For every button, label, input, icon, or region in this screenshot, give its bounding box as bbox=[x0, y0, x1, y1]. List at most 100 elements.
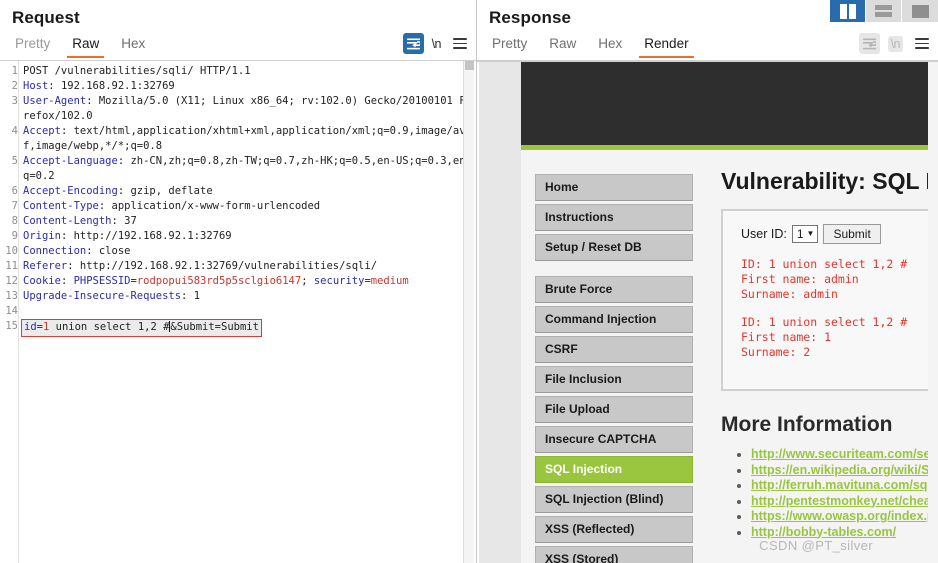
response-tab-tools: \n bbox=[858, 33, 932, 54]
line-number: 4 bbox=[11, 125, 18, 137]
line-number: 8 bbox=[11, 215, 18, 227]
dvwa-nav-item[interactable]: XSS (Reflected) bbox=[535, 516, 693, 543]
layout-toggle-group bbox=[830, 0, 938, 22]
request-line: Content-Type: application/x-www-form-url… bbox=[23, 200, 321, 212]
external-link[interactable]: http://bobby-tables.com/ bbox=[751, 525, 896, 539]
request-scrollbar-thumb[interactable] bbox=[465, 61, 474, 70]
dvwa-nav-item[interactable]: SQL Injection bbox=[535, 456, 693, 483]
dvwa-body: Home Instructions Setup / Reset DB Brute Fo… bbox=[521, 150, 938, 563]
request-line: Accept-Language: zh-CN,zh;q=0.8,zh-TW;q=… bbox=[23, 155, 472, 182]
request-line: id=1 union select 1,2 #&Submit=Submit bbox=[21, 319, 476, 337]
hamburger-menu-icon[interactable] bbox=[449, 33, 470, 54]
user-id-select-value: 1 bbox=[796, 227, 804, 241]
request-line: Connection: close bbox=[23, 245, 131, 257]
tab-response-render[interactable]: Render bbox=[633, 32, 699, 58]
tab-request-hex[interactable]: Hex bbox=[110, 32, 156, 58]
line-number: 12 bbox=[5, 275, 18, 287]
request-raw-editor[interactable]: 1 2 3 4 5 6 7 8 9 10 11 12 13 14 15 POST /vulnerabilit… bbox=[0, 61, 476, 563]
request-line: Origin: http://192.168.92.1:32769 bbox=[23, 230, 232, 242]
sqli-result-record: ID: 1 union select 1,2 # First name: 1 Sur… bbox=[741, 315, 938, 360]
line-number: 13 bbox=[5, 290, 18, 302]
request-line: Cookie: PHPSESSID=rodpopui583rd5p5sclgio… bbox=[23, 275, 409, 287]
sqli-result-line: First name: admin bbox=[741, 272, 859, 286]
dvwa-content: Vulnerability: SQL Injection User ID: 1 … bbox=[707, 150, 938, 563]
line-number: 7 bbox=[11, 200, 18, 212]
page-title: Vulnerability: SQL Injection bbox=[721, 168, 938, 194]
dvwa-nav-item[interactable]: File Upload bbox=[535, 396, 693, 423]
line-number: 14 bbox=[5, 305, 18, 317]
list-item: https://www.owasp.org/index.php/SQL_Inje… bbox=[751, 509, 938, 523]
newline-icon[interactable]: \n bbox=[432, 37, 442, 51]
response-scrollbar[interactable] bbox=[928, 62, 938, 563]
line-number: 6 bbox=[11, 185, 18, 197]
dvwa-nav-item[interactable]: File Inclusion bbox=[535, 366, 693, 393]
burp-repeater-window: Request Pretty Raw Hex \n 1 2 3 4 5 6 7 … bbox=[0, 0, 938, 563]
dvwa-nav-item[interactable]: Instructions bbox=[535, 204, 693, 231]
sqli-result-line: ID: 1 union select 1,2 # bbox=[741, 257, 908, 271]
word-wrap-icon[interactable] bbox=[402, 33, 424, 54]
nav-group-spacer bbox=[521, 264, 707, 276]
sqli-result-line: First name: 1 bbox=[741, 330, 832, 344]
more-information-heading: More Information bbox=[721, 413, 893, 436]
layout-split-vertical-button[interactable] bbox=[830, 0, 866, 22]
word-wrap-icon bbox=[858, 33, 880, 54]
tab-response-hex[interactable]: Hex bbox=[587, 32, 633, 58]
request-tab-tools: \n bbox=[402, 33, 470, 54]
watermark: CSDN @PT_silver bbox=[759, 538, 873, 553]
response-panel: Response Pretty Raw Hex Render \n Home I… bbox=[476, 0, 938, 563]
submit-button[interactable]: Submit bbox=[823, 224, 881, 244]
dvwa-nav-item[interactable]: Insecure CAPTCHA bbox=[535, 426, 693, 453]
sqli-result-record: ID: 1 union select 1,2 # First name: admi… bbox=[741, 257, 938, 302]
dvwa-nav-item[interactable]: Command Injection bbox=[535, 306, 693, 333]
request-scrollbar[interactable] bbox=[463, 61, 474, 563]
line-number: 10 bbox=[5, 245, 18, 257]
external-link[interactable]: http://ferruh.mavituna.com/sql-injection… bbox=[751, 478, 938, 492]
list-item: http://www.securiteam.com/securityreview… bbox=[751, 447, 938, 461]
list-item: http://ferruh.mavituna.com/sql-injection… bbox=[751, 478, 938, 492]
request-code[interactable]: POST /vulnerabilities/sqli/ HTTP/1.1 Host… bbox=[18, 61, 476, 563]
request-body-param[interactable]: id=1 union select 1,2 #&Submit=Submit bbox=[21, 319, 262, 337]
dvwa-page: D Home Instructions Setup / Reset DB Brute … bbox=[521, 62, 938, 563]
line-number: 2 bbox=[11, 80, 18, 92]
request-line: User-Agent: Mozilla/5.0 (X11; Linux x86_… bbox=[23, 95, 472, 122]
dvwa-nav-item[interactable]: Home bbox=[535, 174, 693, 201]
hamburger-menu-icon[interactable] bbox=[911, 33, 932, 54]
chevron-down-icon: ▼ bbox=[806, 229, 815, 238]
response-render-view: D Home Instructions Setup / Reset DB Brute … bbox=[477, 61, 938, 563]
request-panel: Request Pretty Raw Hex \n 1 2 3 4 5 6 7 … bbox=[0, 0, 476, 563]
dvwa-sidebar: Home Instructions Setup / Reset DB Brute Fo… bbox=[521, 150, 707, 563]
layout-single-pane-button[interactable] bbox=[902, 0, 938, 22]
sqli-results: ID: 1 union select 1,2 # First name: admi… bbox=[741, 257, 938, 360]
user-id-select[interactable]: 1 ▼ bbox=[791, 225, 819, 243]
dvwa-nav-item[interactable]: XSS (Stored) bbox=[535, 546, 693, 563]
layout-split-horizontal-button[interactable] bbox=[866, 0, 902, 22]
sqli-result-line: ID: 1 union select 1,2 # bbox=[741, 315, 908, 329]
external-link[interactable]: https://www.owasp.org/index.php/SQL_Inje… bbox=[751, 509, 938, 523]
response-tabbar: Pretty Raw Hex Render \n bbox=[477, 32, 938, 61]
user-id-label: User ID: bbox=[741, 227, 787, 241]
request-panel-title: Request bbox=[12, 8, 80, 27]
newline-icon: \n bbox=[887, 35, 903, 52]
dvwa-nav-item[interactable]: Brute Force bbox=[535, 276, 693, 303]
dvwa-nav-item[interactable]: SQL Injection (Blind) bbox=[535, 486, 693, 513]
external-link[interactable]: http://www.securiteam.com/securityreview… bbox=[751, 447, 938, 461]
line-number: 9 bbox=[11, 230, 18, 242]
dvwa-nav-item[interactable]: CSRF bbox=[535, 336, 693, 363]
tab-response-pretty[interactable]: Pretty bbox=[481, 32, 538, 58]
dvwa-header: D bbox=[521, 62, 938, 145]
tab-request-raw[interactable]: Raw bbox=[61, 32, 110, 58]
request-line: Referer: http://192.168.92.1:32769/vulne… bbox=[23, 260, 378, 272]
line-number: 5 bbox=[11, 155, 18, 167]
tab-request-pretty[interactable]: Pretty bbox=[4, 32, 61, 58]
user-id-form-row: User ID: 1 ▼ Submit bbox=[741, 224, 938, 244]
dvwa-nav-item[interactable]: Setup / Reset DB bbox=[535, 234, 693, 261]
line-number: 1 bbox=[11, 65, 18, 77]
line-number: 11 bbox=[5, 260, 18, 272]
request-line: Upgrade-Insecure-Requests: 1 bbox=[23, 290, 201, 302]
tab-response-raw[interactable]: Raw bbox=[538, 32, 587, 58]
external-link[interactable]: https://en.wikipedia.org/wiki/SQL_inject… bbox=[751, 463, 938, 477]
external-link[interactable]: http://pentestmonkey.net/cheat-sheet/sql… bbox=[751, 494, 938, 508]
render-page-margin bbox=[479, 62, 521, 563]
request-line: Host: 192.168.92.1:32769 bbox=[23, 80, 175, 92]
request-line: Accept: text/html,application/xhtml+xml,… bbox=[23, 125, 472, 152]
